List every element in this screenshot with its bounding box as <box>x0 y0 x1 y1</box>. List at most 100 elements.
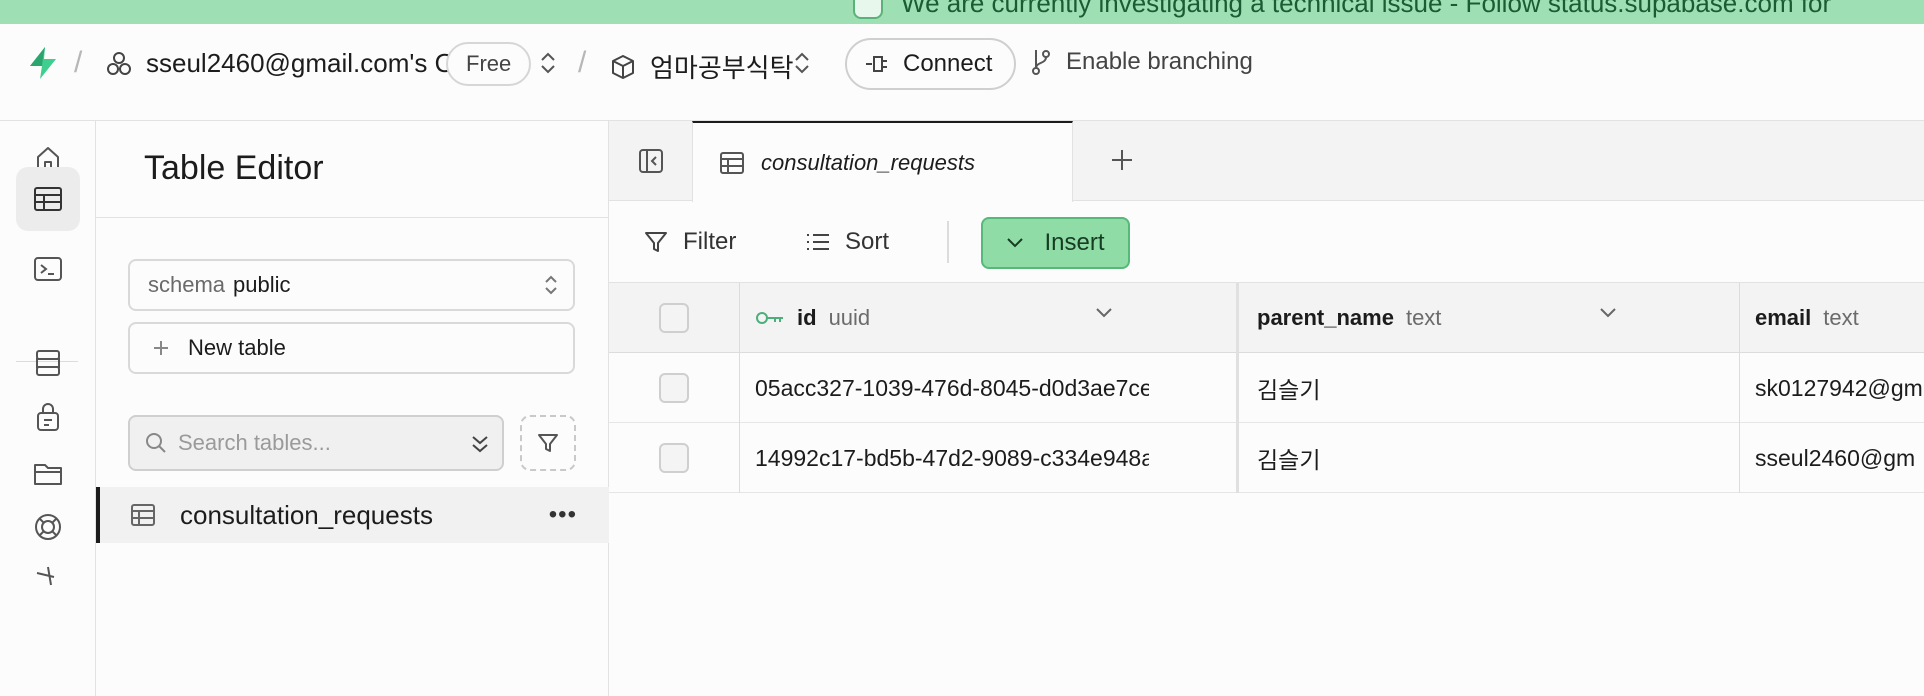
search-tables-input[interactable]: Search tables... <box>128 415 504 471</box>
cell-parent-name[interactable]: 김슬기 <box>1241 423 1739 493</box>
breadcrumb-separator: / <box>74 46 83 79</box>
sidebar-title: Table Editor <box>144 149 324 187</box>
top-navigation-bar: / sseul2460@gmail.com's Org Free / 엄마공부식… <box>0 24 1924 121</box>
table-row[interactable]: 14992c17-bd5b-47d2-9089-c334e948af7e 김슬기… <box>609 423 1924 493</box>
select-all-cell <box>609 283 739 353</box>
filter-button[interactable]: Filter <box>643 219 736 265</box>
schema-label: schema <box>148 272 226 297</box>
chevron-down-icon <box>1007 238 1024 248</box>
insert-label: Insert <box>1044 229 1105 256</box>
primary-key-icon <box>756 312 783 324</box>
chevrons-up-down-icon <box>545 275 557 295</box>
table-editor-sidebar: Table Editor schema public New table Sea… <box>96 121 609 696</box>
tab-label: consultation_requests <box>761 149 976 175</box>
column-divider <box>1739 283 1740 493</box>
cell-parent-name[interactable]: 김슬기 <box>1241 353 1739 423</box>
rail-edge-functions[interactable] <box>16 541 80 605</box>
table-row[interactable]: 05acc327-1039-476d-8045-d0d3ae7ced79 김슬기… <box>609 353 1924 423</box>
supabase-logo-icon <box>30 47 56 79</box>
table-name: consultation_requests <box>180 499 433 530</box>
chevron-down-icon[interactable] <box>1599 307 1617 319</box>
filter-tables-button[interactable] <box>520 415 576 471</box>
cell-id[interactable]: 14992c17-bd5b-47d2-9089-c334e948af7e <box>739 423 1149 493</box>
search-placeholder: Search tables... <box>178 430 331 455</box>
project-selector[interactable]: 엄마공부식탁 <box>610 48 794 85</box>
schema-value: public <box>233 272 291 297</box>
chevrons-down-icon <box>472 436 488 453</box>
column-resize-handle[interactable] <box>1236 283 1239 493</box>
sql-editor-icon <box>34 257 62 281</box>
column-header-parent-name[interactable]: parent_name text <box>1241 283 1651 353</box>
connect-button[interactable]: Connect <box>845 38 1017 90</box>
sidebar-toggle-button[interactable] <box>609 121 692 201</box>
plus-icon <box>1112 150 1132 170</box>
git-branch-icon <box>1032 50 1050 75</box>
table-icon <box>720 151 744 174</box>
rail-sql-editor[interactable] <box>16 237 80 301</box>
more-options-icon[interactable]: ••• <box>549 501 577 529</box>
table-icon <box>131 504 155 526</box>
connect-label: Connect <box>903 50 993 77</box>
column-name: email <box>1755 305 1812 330</box>
column-name: parent_name <box>1257 305 1394 330</box>
org-name: sseul2460@gmail.com's Org <box>146 48 478 78</box>
plus-icon <box>154 341 168 355</box>
row-checkbox[interactable] <box>659 373 689 403</box>
chevron-down-icon[interactable] <box>1095 307 1113 319</box>
rail-table-editor[interactable] <box>16 167 80 231</box>
project-switcher-chevrons[interactable] <box>792 50 812 76</box>
column-header-id[interactable]: id uuid <box>739 283 1149 353</box>
search-icon <box>146 433 166 453</box>
filter-icon <box>645 232 667 252</box>
sort-button[interactable]: Sort <box>805 219 889 265</box>
row-checkbox[interactable] <box>659 443 689 473</box>
new-table-label: New table <box>188 335 286 360</box>
rail-authentication[interactable] <box>16 385 80 449</box>
supabase-logo[interactable] <box>28 46 58 80</box>
plug-icon <box>866 56 887 72</box>
breadcrumb-separator: / <box>578 46 587 79</box>
tab-bar: consultation_requests <box>609 121 1924 202</box>
column-type: uuid <box>828 305 871 330</box>
column-header-email[interactable]: email text <box>1739 283 1924 353</box>
insert-button[interactable]: Insert <box>981 217 1130 269</box>
enable-branching-button[interactable]: Enable branching <box>1030 48 1253 76</box>
icon-rail <box>0 121 96 696</box>
auth-icon <box>37 403 59 431</box>
cell-id[interactable]: 05acc327-1039-476d-8045-d0d3ae7ced79 <box>739 353 1149 423</box>
plan-badge: Free <box>446 42 532 86</box>
sidebar-table-item[interactable]: consultation_requests ••• <box>96 487 609 543</box>
banner-text: We are currently investigating a technic… <box>901 0 1832 18</box>
column-type: text <box>1823 305 1859 330</box>
table-editor-main: consultation_requests Filter Sort Insert <box>609 121 1924 696</box>
status-banner: We are currently investigating a technic… <box>0 0 1924 24</box>
tab-consultation-requests[interactable]: consultation_requests <box>692 121 1073 202</box>
info-icon <box>853 0 883 19</box>
sort-label: Sort <box>845 228 890 255</box>
filter-label: Filter <box>683 228 737 255</box>
realtime-icon <box>35 514 61 540</box>
add-tab-button[interactable] <box>1097 135 1147 185</box>
grid-header: id uuid parent_name text email text <box>609 283 1924 353</box>
database-icon <box>36 350 60 376</box>
branching-label: Enable branching <box>1066 48 1253 75</box>
grid-toolbar: Filter Sort <box>609 201 1924 283</box>
select-all-checkbox[interactable] <box>659 303 689 333</box>
project-name: 엄마공부식탁 <box>650 53 794 83</box>
storage-icon <box>34 464 62 485</box>
org-switcher-chevrons[interactable] <box>538 50 558 76</box>
table-editor-icon <box>34 187 62 211</box>
cell-email[interactable]: sseul2460@gm <box>1739 423 1924 493</box>
chevrons-up-down-icon <box>795 52 809 74</box>
org-selector[interactable]: sseul2460@gmail.com's Org <box>106 48 478 79</box>
cell-email[interactable]: sk0127942@gm <box>1739 353 1924 423</box>
project-box-icon <box>612 54 634 79</box>
chevrons-up-down-icon <box>541 52 555 74</box>
column-name: id <box>797 305 817 330</box>
new-table-button[interactable]: New table <box>128 322 575 374</box>
sort-list-icon <box>807 234 829 250</box>
edge-functions-icon <box>36 566 55 586</box>
sidebar-divider <box>96 217 609 218</box>
organization-icon <box>107 51 131 75</box>
schema-selector[interactable]: schema public <box>128 259 575 311</box>
